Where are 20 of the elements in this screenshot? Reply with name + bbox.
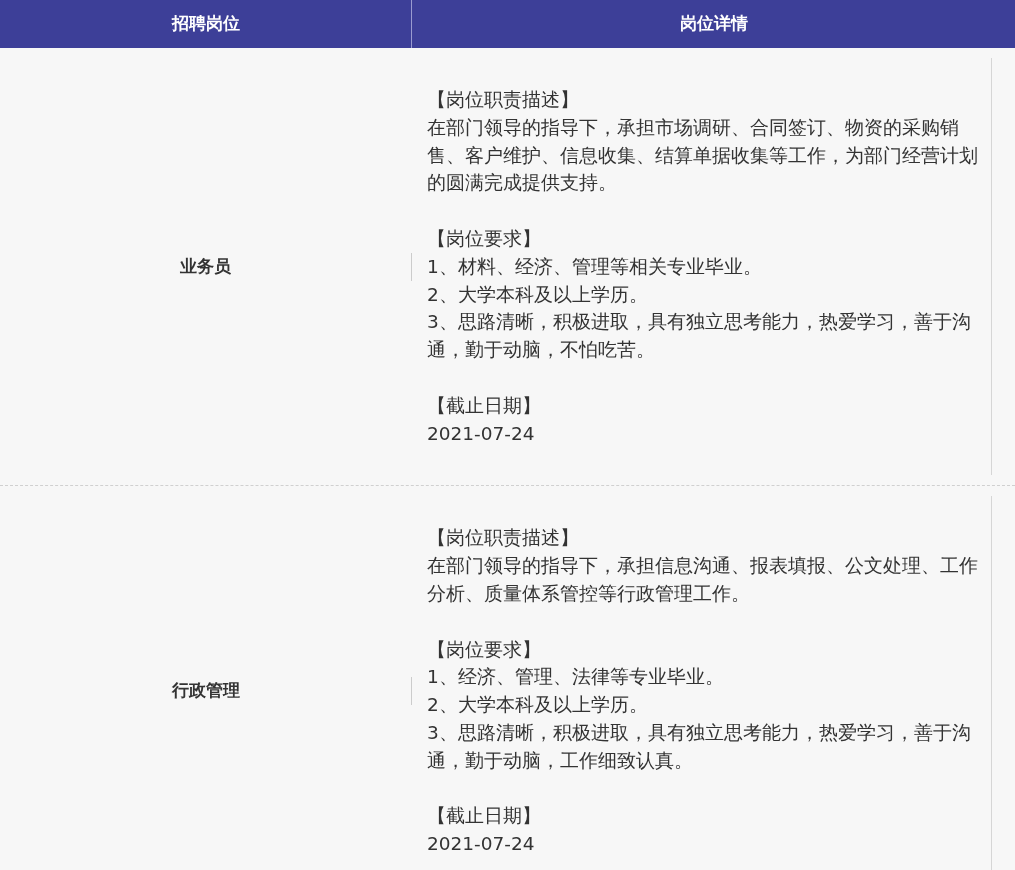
detail-text: 2021-07-24 — [427, 421, 536, 446]
detail-text: 在部门领导的指导下，承担信息沟通、报表填报、公文处理、工作分析、质量体系管控等行政管理工作。 — [427, 554, 979, 606]
section-heading: 【岗位要求】 — [427, 637, 542, 662]
detail-text: 3、思路清晰，积极进取，具有独立思考能力，热爱学习，善于沟通，勤于动脑，不怕吃苦。 — [427, 310, 972, 363]
position-name: 业务员 — [180, 254, 231, 278]
detail-text: 1、经济、管理、法律等专业毕业。 — [427, 665, 725, 690]
section-heading: 【岗位职责描述】 — [427, 526, 580, 551]
section-heading: 【截止日期】 — [427, 804, 542, 829]
detail-text: 在部门领导的指导下，承担市场调研、合同签订、物资的采购销售、客户维护、信息收集、结算单据收集等工作，为部门经营计划的圆满完成提供支持。 — [427, 115, 979, 196]
position-name: 行政管理 — [171, 679, 240, 703]
detail-text: 1、材料、经济、管理等相关专业毕业。 — [427, 254, 763, 279]
section-heading: 【岗位要求】 — [427, 227, 542, 251]
detail-text: 3、思路清晰，积极进取，具有独立思考能力，热爱学习，善于沟通，勤于动脑，工作细致认真。 — [427, 720, 972, 773]
section-heading: 【截止日期】 — [427, 393, 542, 418]
detail-text: 2、大学本科及以上学历。 — [427, 282, 649, 307]
column-header: 岗位详情 — [679, 12, 748, 36]
section-heading: 【岗位职责描述】 — [427, 88, 580, 112]
detail-text: 2021-07-24 — [427, 832, 536, 857]
detail-text: 2、大学本科及以上学历。 — [427, 693, 649, 718]
column-header: 招聘岗位 — [171, 12, 240, 36]
